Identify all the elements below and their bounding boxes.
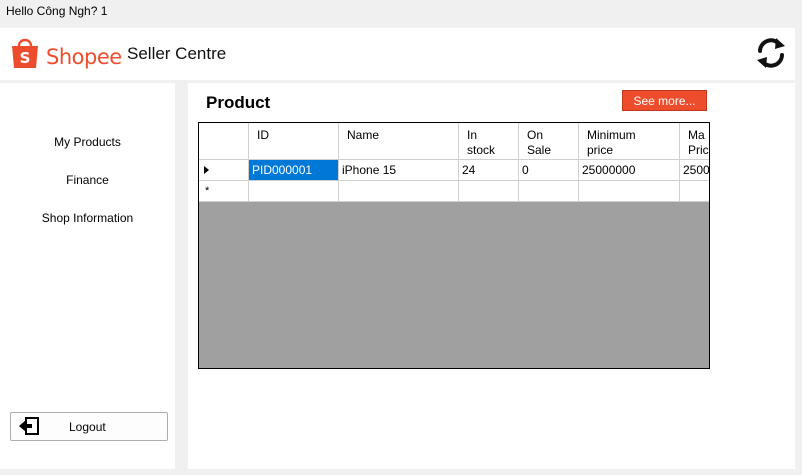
- new-cell-in-stock[interactable]: [459, 181, 519, 201]
- page-title: Product: [206, 93, 271, 112]
- new-cell-name[interactable]: [339, 181, 459, 201]
- cell-id[interactable]: PID000001: [249, 160, 339, 180]
- current-row-arrow-icon: [204, 166, 209, 174]
- app-name: Seller Centre: [127, 44, 227, 63]
- main-panel: Product See more... ID Name In stock On …: [188, 83, 795, 469]
- shopee-bag-icon: S: [12, 38, 38, 68]
- cell-maximum-price[interactable]: 2500: [680, 160, 709, 180]
- new-cell-id[interactable]: [249, 181, 339, 201]
- new-cell-maximum-price[interactable]: [680, 181, 709, 201]
- new-cell-minimum-price[interactable]: [579, 181, 680, 201]
- cell-minimum-price[interactable]: 25000000: [579, 160, 680, 180]
- sidebar-item-my-products[interactable]: My Products: [0, 135, 175, 149]
- sidebar-item-shop-information[interactable]: Shop Information: [0, 211, 175, 225]
- cell-on-sale[interactable]: 0: [519, 160, 579, 180]
- cell-in-stock[interactable]: 24: [459, 160, 519, 180]
- cell-name[interactable]: iPhone 15: [339, 160, 459, 180]
- column-header-name[interactable]: Name: [339, 123, 459, 159]
- window-title: Hello Công Ngh? 1: [6, 4, 108, 18]
- logout-label: Logout: [69, 420, 106, 434]
- grid-header: ID Name In stock On Sale Minimum price M…: [199, 123, 709, 160]
- column-header-id[interactable]: ID: [249, 123, 339, 159]
- column-header-maximum-price[interactable]: Ma Pric: [680, 123, 709, 159]
- logout-button[interactable]: Logout: [10, 412, 168, 441]
- shopee-logo-text: Shopee: [46, 45, 122, 69]
- product-grid[interactable]: ID Name In stock On Sale Minimum price M…: [198, 122, 710, 369]
- window-titlebar: Hello Công Ngh? 1: [0, 0, 802, 22]
- logout-icon: [19, 417, 39, 435]
- refresh-icon[interactable]: [752, 34, 790, 72]
- new-row-marker: *: [199, 181, 249, 201]
- table-row[interactable]: PID000001 iPhone 15 24 0 25000000 2500: [199, 160, 709, 181]
- column-header-minimum-price[interactable]: Minimum price: [579, 123, 680, 159]
- sidebar-item-finance[interactable]: Finance: [0, 173, 175, 187]
- row-header-corner: [199, 123, 249, 159]
- app-header: S Shopee Seller Centre: [0, 28, 795, 80]
- column-header-on-sale[interactable]: On Sale: [519, 123, 579, 159]
- column-header-in-stock[interactable]: In stock: [459, 123, 519, 159]
- new-cell-on-sale[interactable]: [519, 181, 579, 201]
- row-header-current[interactable]: [199, 160, 249, 180]
- sidebar: My Products Finance Shop Information Log…: [0, 83, 175, 469]
- see-more-button[interactable]: See more...: [622, 90, 707, 111]
- new-row[interactable]: *: [199, 181, 709, 202]
- svg-text:S: S: [20, 49, 31, 67]
